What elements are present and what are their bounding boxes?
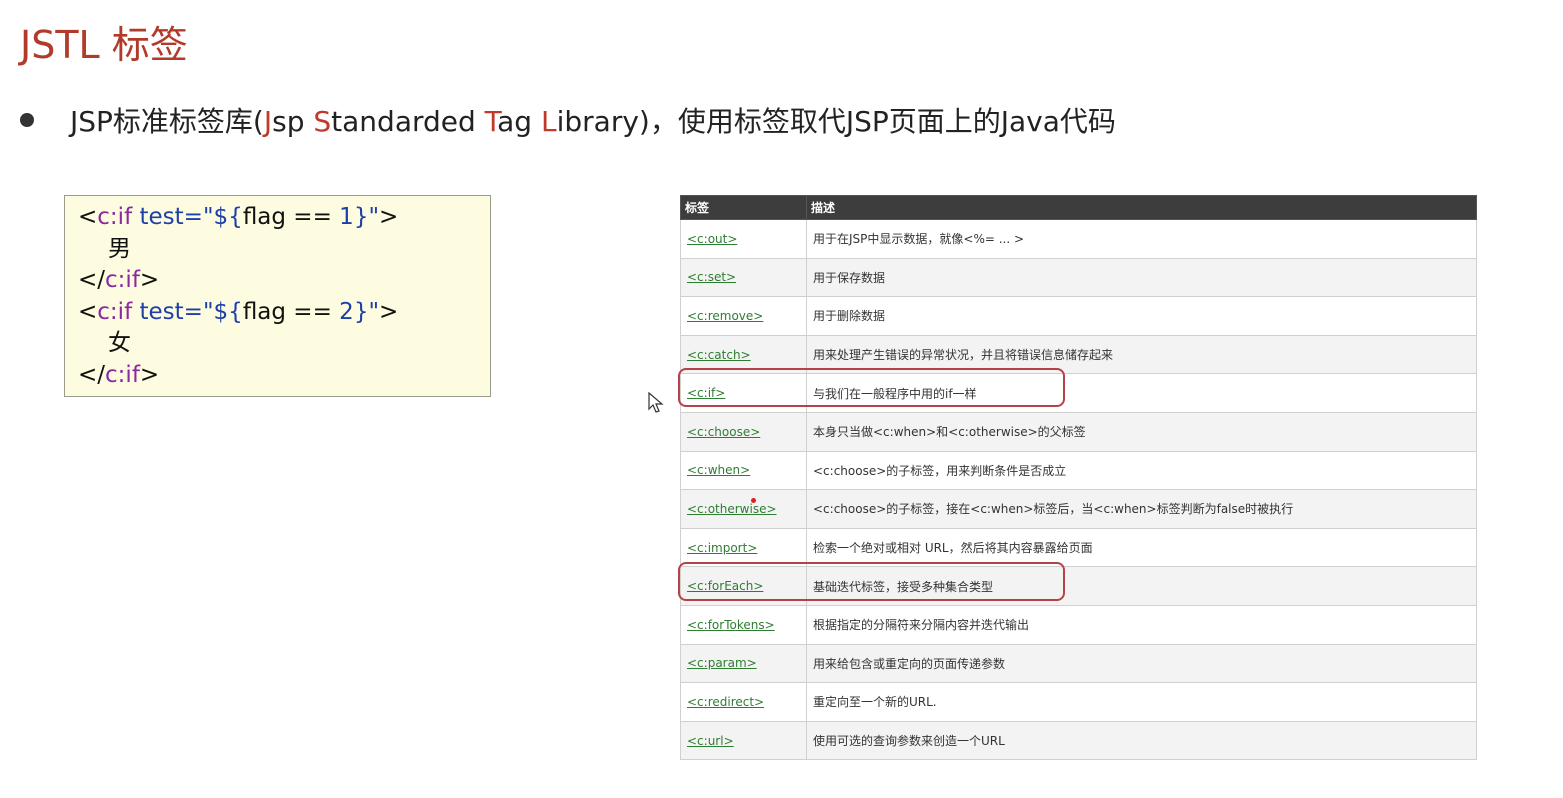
code-line-2: 男 [108, 235, 131, 262]
code-line-3: </c:if> [78, 267, 160, 293]
code-line-6: </c:if> [78, 361, 160, 388]
bullet-suffix: ，使用标签取代JSP页面上的Java代码 [649, 105, 1116, 138]
tag-link[interactable]: <c:out> [687, 232, 737, 246]
bullet-text-ibrary: ibrary) [556, 105, 650, 138]
bullet-point: JSP标准标签库(Jsp Standarded Tag Library)，使用标… [20, 100, 1116, 140]
tag-description: 用于保存数据 [806, 257, 1477, 298]
table-row: <c:forTokens> 根据指定的分隔符来分隔内容并迭代输出 [680, 604, 1477, 645]
pointer-dot [751, 498, 756, 503]
table-row: <c:choose> 本身只当做<c:when>和<c:otherwise>的父标… [680, 411, 1477, 452]
table-row: <c:when> <c:choose>的子标签，用来判断条件是否成立 [680, 450, 1477, 491]
tag-description: 基础迭代标签，接受多种集合类型 [806, 566, 1477, 606]
jstl-tag-table: 标签 描述 <c:out> 用于在JSP中显示数据，就像<%= ... > <c:… [680, 195, 1477, 761]
bullet-highlight-j: J [263, 105, 273, 138]
bullet-highlight-t: T [484, 105, 498, 138]
tag-link[interactable]: <c:import> [687, 541, 757, 555]
bullet-highlight-s: S [313, 105, 332, 138]
bullet-highlight-l: L [540, 105, 557, 138]
tag-link[interactable]: <c:otherwise> [687, 502, 777, 516]
table-row: <c:out> 用于在JSP中显示数据，就像<%= ... > [680, 219, 1477, 259]
table-header-row: 标签 描述 [680, 195, 1477, 220]
table-row: <c:otherwise> <c:choose>的子标签，接在<c:when>标签… [680, 489, 1477, 529]
tag-description: 重定向至一个新的URL. [806, 682, 1477, 722]
tag-link[interactable]: <c:catch> [687, 348, 751, 362]
bullet-text-ag: ag [497, 105, 541, 138]
code-line-5: 女 [108, 330, 131, 356]
tag-description: 本身只当做<c:when>和<c:otherwise>的父标签 [806, 411, 1477, 452]
bullet-dot-icon [20, 113, 34, 127]
table-row: <c:param> 用来给包含或重定向的页面传递参数 [680, 643, 1477, 684]
table-row: <c:catch> 用来处理产生错误的异常状况，并且将错误信息储存起来 [680, 334, 1477, 375]
header-tag: 标签 [680, 195, 807, 220]
mouse-cursor-icon [648, 392, 664, 413]
bullet-prefix: JSP标准标签库( [70, 105, 264, 138]
tag-link[interactable]: <c:url> [687, 734, 734, 748]
bullet-text-sp: sp [272, 105, 314, 138]
table-row: <c:redirect> 重定向至一个新的URL. [680, 682, 1477, 722]
tag-description: 检索一个绝对或相对 URL，然后将其内容暴露给页面 [806, 527, 1477, 568]
code-example-box: <c:if test="${flag == 1}"> 男 </c:if> <c:… [64, 195, 491, 397]
tag-description: 用于删除数据 [806, 296, 1477, 336]
tag-link[interactable]: <c:remove> [687, 309, 763, 323]
tag-link[interactable]: <c:when> [687, 463, 750, 477]
table-row: <c:set> 用于保存数据 [680, 257, 1477, 298]
tag-description: 用来处理产生错误的异常状况，并且将错误信息储存起来 [806, 334, 1477, 375]
table-row: <c:if> 与我们在一般程序中用的if一样 [680, 373, 1477, 413]
code-line-1: <c:if test="${flag == 1}"> [78, 204, 399, 230]
tag-description: 用来给包含或重定向的页面传递参数 [806, 643, 1477, 684]
table-row: <c:remove> 用于删除数据 [680, 296, 1477, 336]
code-line-4: <c:if test="${flag == 2}"> [78, 298, 399, 325]
table-row: <c:forEach> 基础迭代标签，接受多种集合类型 [680, 566, 1477, 606]
tag-link[interactable]: <c:forTokens> [687, 618, 775, 632]
table-row: <c:import> 检索一个绝对或相对 URL，然后将其内容暴露给页面 [680, 527, 1477, 568]
tag-description: <c:choose>的子标签，接在<c:when>标签后，当<c:when>标签… [806, 489, 1477, 529]
tag-link[interactable]: <c:forEach> [687, 579, 763, 593]
tag-description: 使用可选的查询参数来创造一个URL [806, 720, 1477, 761]
bullet-text-tandard: tandarded [331, 105, 485, 138]
tag-link[interactable]: <c:if> [687, 386, 725, 400]
table-row: <c:url> 使用可选的查询参数来创造一个URL [680, 720, 1477, 761]
tag-description: 根据指定的分隔符来分隔内容并迭代输出 [806, 604, 1477, 645]
tag-description: 与我们在一般程序中用的if一样 [806, 373, 1477, 413]
tag-description: 用于在JSP中显示数据，就像<%= ... > [806, 219, 1477, 259]
tag-link[interactable]: <c:choose> [687, 425, 760, 439]
tag-link[interactable]: <c:set> [687, 270, 736, 284]
tag-link[interactable]: <c:redirect> [687, 695, 764, 709]
page-title: JSTL 标签 [20, 23, 188, 67]
header-desc: 描述 [806, 195, 1477, 220]
tag-description: <c:choose>的子标签，用来判断条件是否成立 [806, 450, 1477, 491]
tag-link[interactable]: <c:param> [687, 656, 757, 670]
